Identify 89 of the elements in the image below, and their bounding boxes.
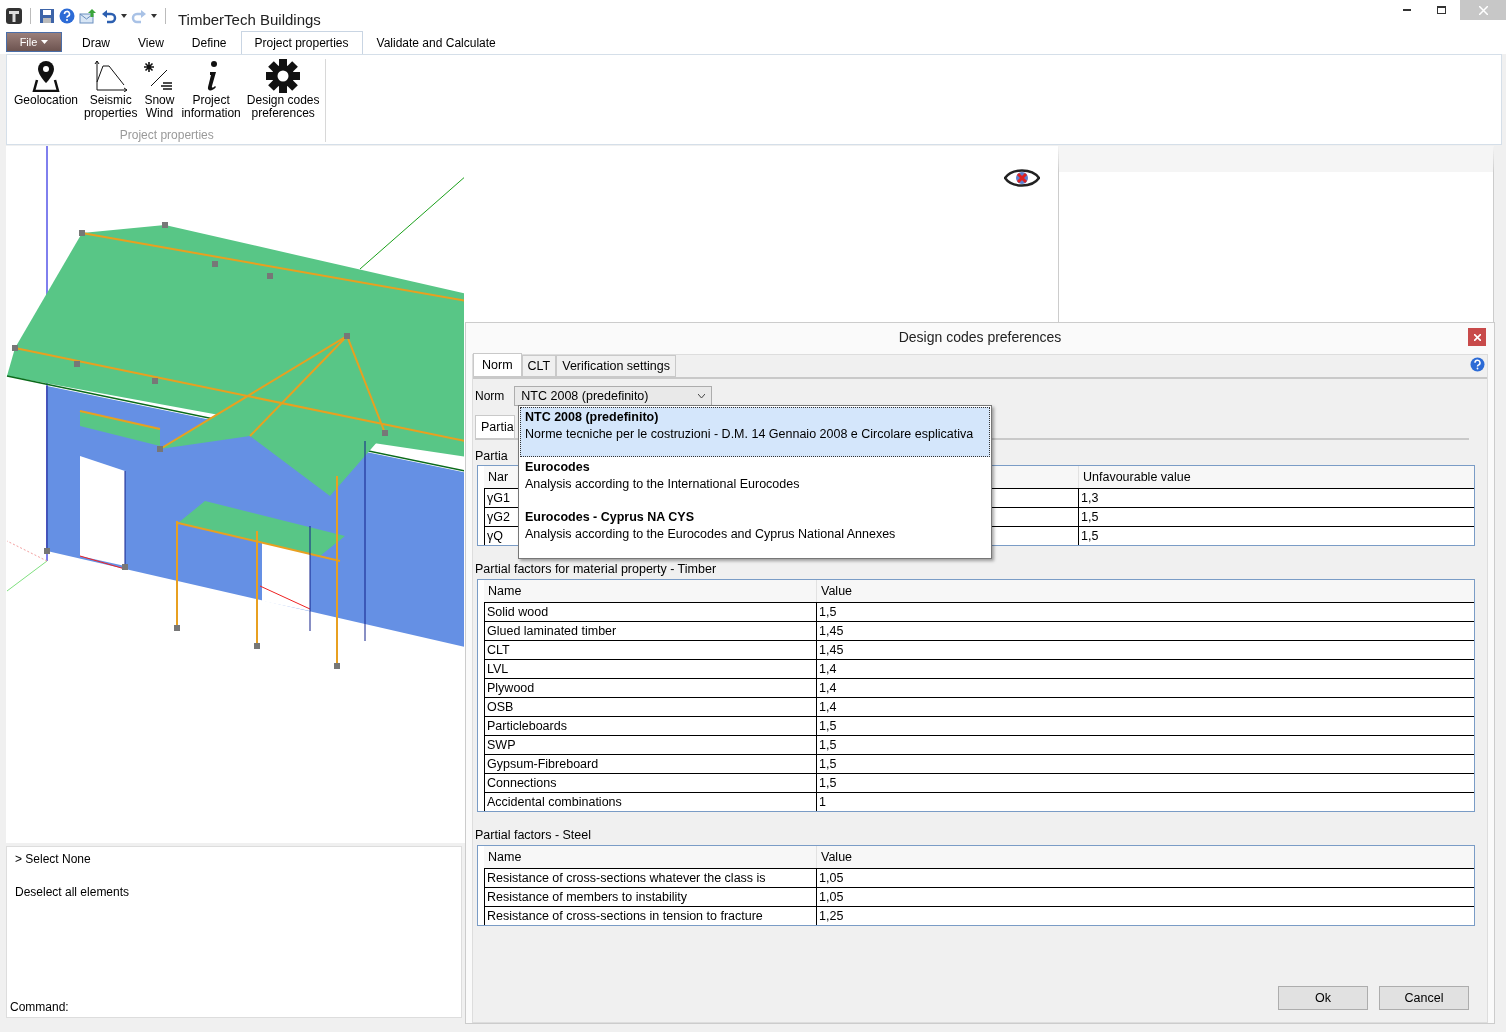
window-title: TimberTech Buildings [178,10,321,28]
undo-icon[interactable] [101,8,117,24]
table-cell: 1,5 [816,773,1474,792]
table-cell: 1,45 [816,640,1474,659]
settings-icon [266,59,301,93]
dialog-tab[interactable]: CLT [521,355,557,377]
ribbon-tab[interactable]: Define [177,31,241,54]
dialog-title: Design codes preferences [898,329,1062,345]
ribbon-tab[interactable]: Validate and Calculate [362,31,510,54]
ribbon-tab[interactable]: Project properties [240,31,363,54]
group-label: Project properties [118,128,215,142]
table-cell: Connections [484,773,816,792]
table-cell: LVL [484,659,816,678]
norm-label: Norm [475,389,505,403]
table-cell: OSB [484,697,816,716]
app-logo-icon [6,8,22,24]
table-cell: Resistance of members to instability [484,887,816,906]
caret-icon[interactable] [151,14,157,18]
location-pin-icon [31,60,61,92]
chevron-down-icon [698,394,706,398]
table-cell: 1,5 [816,754,1474,773]
close-icon [1473,333,1481,341]
dialog-button[interactable]: Ok [1278,986,1368,1010]
column-header: Name [484,580,816,602]
option-description: Norme tecniche per le costruzioni - D.M. 14 Gennaio 2008 e Circolare esplicativa [525,427,975,441]
table-cell: CLT [484,640,816,659]
table-cell: 1,5 [816,735,1474,754]
caret-icon[interactable] [121,14,127,18]
table-cell: Gypsum-Fibreboard [484,754,816,773]
option-title: Eurocodes - Cyprus NA CYS [525,510,695,524]
norm-dropdown[interactable]: NTC 2008 (predefinito) [514,386,713,406]
command-label: Command: [10,1000,70,1014]
file-menu-button[interactable]: File [6,32,62,52]
section-title: Partia [475,449,509,463]
column-header: Name [484,846,816,868]
table-cell: 1,5 [816,716,1474,735]
section-title: Partial factors for material property - Timber [475,562,718,576]
ribbon-button[interactable]: Seismic properties [83,59,139,128]
command-history-line: > Select None [14,852,92,866]
table-cell: 1 [816,792,1474,811]
section-title: Partial factors - Steel [475,828,592,842]
export-icon[interactable] [79,8,97,24]
help-icon[interactable] [1470,357,1485,372]
ribbon-button[interactable]: Geolocation [13,59,80,128]
table-cell: 1,25 [816,906,1474,925]
table-cell: 1,4 [816,697,1474,716]
dropdown-option[interactable]: NTC 2008 (predefinito) Norme tecniche per le costruzioni - D.M. 14 Gennaio 2008 e Circolare esplicativa [520,407,990,457]
table-cell: 1,05 [816,868,1474,887]
table-cell: 1,45 [816,621,1474,640]
table-cell: 1,5 [1078,507,1474,526]
caret-icon [41,40,49,44]
minimize-icon [1403,9,1411,11]
table-cell: Accidental combinations [484,792,816,811]
option-description: Analysis according to the Eurocodes and Cyprus National Annexes [525,527,897,541]
close-button[interactable] [1468,328,1486,346]
table-cell: Resistance of cross-sections whatever the class is [484,868,816,887]
table-cell: Solid wood [484,602,816,621]
ribbon-button[interactable]: Project information [180,59,242,128]
dialog-button[interactable]: Cancel [1379,986,1469,1010]
table-cell: 1,4 [816,678,1474,697]
ribbon-tab[interactable]: View [124,31,178,54]
help-icon[interactable] [59,8,75,24]
table-cell: Particleboards [484,716,816,735]
close-icon [1478,5,1488,15]
save-icon[interactable] [39,8,55,24]
hidden-eye-icon[interactable] [1004,167,1040,189]
table-cell: Resistance of cross-sections in tension to fracture [484,906,816,925]
column-header: Value [816,580,1474,602]
section-tab[interactable]: Partia [475,415,515,438]
dialog-tab[interactable]: Norm [473,353,522,377]
column-header: Unfavourable value [1078,466,1474,488]
table-cell: 1,5 [1078,526,1474,545]
dialog-tab[interactable]: Verification settings [556,355,676,377]
table-cell: SWP [484,735,816,754]
table-cell: 1,4 [816,659,1474,678]
table-cell: Glued laminated timber [484,621,816,640]
column-header: Value [816,846,1474,868]
table-cell: 1,05 [816,887,1474,906]
command-history-line: Deselect all elements [14,885,131,899]
maximize-icon [1436,6,1446,14]
option-title: NTC 2008 (predefinito) [525,410,660,424]
ribbon-button[interactable]: Snow Wind [142,59,177,128]
table-cell: Plywood [484,678,816,697]
option-description: Analysis according to the International Eurocodes [525,477,801,491]
table-cell: 1,5 [816,602,1474,621]
ribbon-tab[interactable]: Draw [68,31,124,54]
table-cell: 1,3 [1078,488,1474,507]
ribbon-button[interactable]: Design codes preferences [245,59,321,128]
response-spectrum-graph-icon [93,60,128,92]
